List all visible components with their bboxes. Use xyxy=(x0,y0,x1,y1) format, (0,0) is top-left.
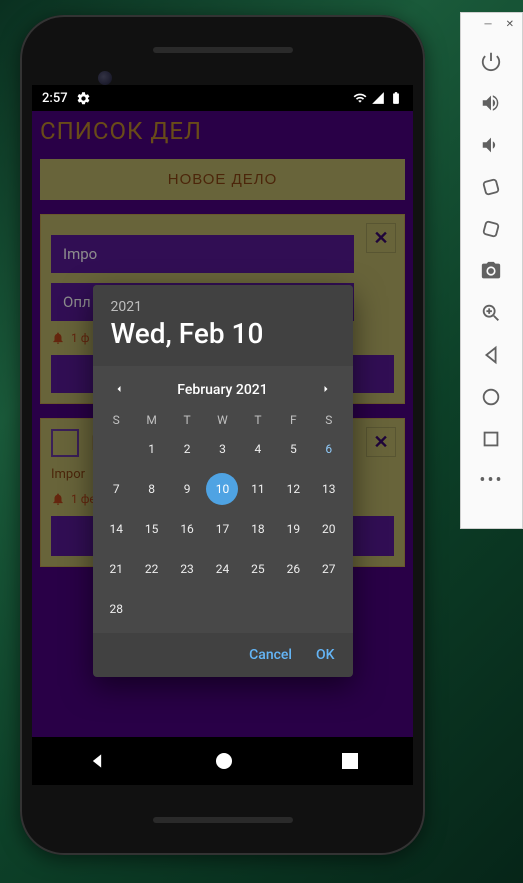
dow-label: M xyxy=(134,413,169,427)
speaker-top xyxy=(153,47,293,53)
calendar-day[interactable]: 27 xyxy=(313,553,345,585)
calendar-day[interactable]: 7 xyxy=(100,473,132,505)
calendar-day[interactable]: 21 xyxy=(100,553,132,585)
calendar-day[interactable]: 26 xyxy=(277,553,309,585)
back-icon[interactable] xyxy=(480,344,502,366)
dow-label: T xyxy=(240,413,275,427)
calendar-day[interactable]: 15 xyxy=(136,513,168,545)
calendar-day xyxy=(206,593,238,625)
calendar-day[interactable]: 13 xyxy=(313,473,345,505)
prev-month-button[interactable] xyxy=(105,380,133,399)
volume-up-icon[interactable] xyxy=(480,92,502,114)
phone-frame: 2:57 СПИСОК ДЕЛ НОВОЕ ДЕЛО ✕ Impo Опл 1 … xyxy=(20,15,425,855)
rotate-right-icon[interactable] xyxy=(480,218,502,240)
home-icon[interactable] xyxy=(480,428,502,450)
dow-label: W xyxy=(205,413,240,427)
month-label: February 2021 xyxy=(177,382,267,398)
minimize-icon[interactable]: ─ xyxy=(485,19,492,30)
calendar-day[interactable]: 24 xyxy=(206,553,238,585)
calendar-day xyxy=(242,593,274,625)
ok-button[interactable]: OK xyxy=(316,647,335,663)
calendar-day[interactable]: 14 xyxy=(100,513,132,545)
dialog-actions: Cancel OK xyxy=(93,633,353,677)
cancel-button[interactable]: Cancel xyxy=(249,647,292,663)
close-icon[interactable]: ✕ xyxy=(506,19,514,30)
speaker-bottom xyxy=(153,817,293,823)
dow-label: S xyxy=(311,413,346,427)
calendar-day[interactable]: 22 xyxy=(136,553,168,585)
days-of-week: S M T W T F S xyxy=(99,413,347,427)
calendar-day[interactable]: 11 xyxy=(242,473,274,505)
front-camera xyxy=(98,71,112,85)
calendar-day xyxy=(100,433,132,465)
date-picker-dialog: 2021 Wed, Feb 10 February 2021 S M T xyxy=(93,285,353,677)
calendar-day[interactable]: 9 xyxy=(171,473,203,505)
calendar-grid: 1234567891011121314151617181920212223242… xyxy=(99,431,347,627)
nav-overview-icon[interactable] xyxy=(342,753,358,769)
date-picker-body: February 2021 S M T W T F S 123456789101… xyxy=(93,366,353,633)
android-nav-bar xyxy=(32,737,413,785)
chevron-right-icon xyxy=(320,383,332,395)
nav-back-icon[interactable] xyxy=(87,751,107,771)
settings-icon xyxy=(76,91,91,106)
calendar-day[interactable]: 16 xyxy=(171,513,203,545)
more-icon[interactable]: ••• xyxy=(479,470,503,491)
status-time: 2:57 xyxy=(42,91,68,106)
calendar-day[interactable]: 4 xyxy=(242,433,274,465)
battery-icon xyxy=(389,91,403,105)
calendar-day[interactable]: 25 xyxy=(242,553,274,585)
date-picker-header: 2021 Wed, Feb 10 xyxy=(93,285,353,366)
calendar-day[interactable]: 8 xyxy=(136,473,168,505)
volume-down-icon[interactable] xyxy=(480,134,502,156)
calendar-day[interactable]: 18 xyxy=(242,513,274,545)
calendar-day[interactable]: 2 xyxy=(171,433,203,465)
dow-label: S xyxy=(99,413,134,427)
dow-label: F xyxy=(276,413,311,427)
calendar-day[interactable]: 3 xyxy=(206,433,238,465)
overview-icon[interactable] xyxy=(480,386,502,408)
power-icon[interactable] xyxy=(480,50,502,72)
chevron-left-icon xyxy=(113,383,125,395)
calendar-day[interactable]: 1 xyxy=(136,433,168,465)
calendar-day[interactable]: 20 xyxy=(313,513,345,545)
calendar-day xyxy=(313,593,345,625)
calendar-day[interactable]: 10 xyxy=(206,473,238,505)
emulator-toolbar: ─ ✕ ••• xyxy=(460,12,523,529)
calendar-day[interactable]: 6 xyxy=(313,433,345,465)
calendar-day xyxy=(277,593,309,625)
calendar-day[interactable]: 23 xyxy=(171,553,203,585)
date-picker-date[interactable]: Wed, Feb 10 xyxy=(111,317,335,350)
camera-icon[interactable] xyxy=(480,260,502,282)
wifi-icon xyxy=(353,91,367,105)
calendar-day[interactable]: 19 xyxy=(277,513,309,545)
screen: 2:57 СПИСОК ДЕЛ НОВОЕ ДЕЛО ✕ Impo Опл 1 … xyxy=(32,85,413,785)
date-picker-year[interactable]: 2021 xyxy=(111,299,335,315)
calendar-day[interactable]: 28 xyxy=(100,593,132,625)
zoom-in-icon[interactable] xyxy=(480,302,502,324)
calendar-day[interactable]: 17 xyxy=(206,513,238,545)
calendar-day xyxy=(171,593,203,625)
calendar-day[interactable]: 12 xyxy=(277,473,309,505)
nav-home-icon[interactable] xyxy=(216,753,232,769)
rotate-left-icon[interactable] xyxy=(480,176,502,198)
status-bar: 2:57 xyxy=(32,85,413,111)
signal-icon xyxy=(371,91,385,105)
calendar-day[interactable]: 5 xyxy=(277,433,309,465)
calendar-day xyxy=(136,593,168,625)
next-month-button[interactable] xyxy=(312,380,340,399)
dow-label: T xyxy=(169,413,204,427)
